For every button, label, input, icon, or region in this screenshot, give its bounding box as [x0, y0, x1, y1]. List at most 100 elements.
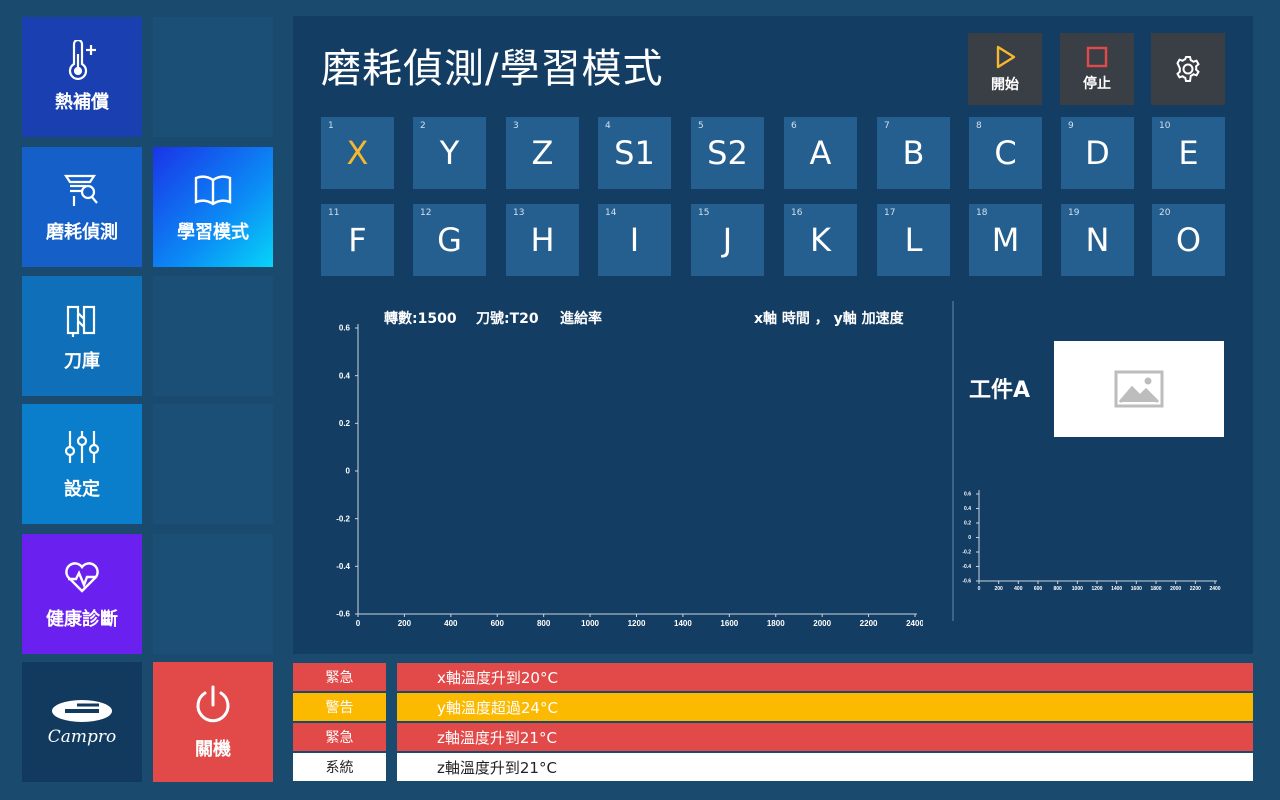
alert-level: 緊急 — [293, 723, 386, 751]
axis-number: 5 — [698, 121, 704, 131]
y-tick-label: 0.2 — [964, 521, 971, 527]
empty-tile — [153, 17, 273, 137]
axis-button-o[interactable]: 20 O — [1152, 204, 1225, 276]
axis-button-a[interactable]: 6A — [784, 117, 857, 189]
alert-row[interactable]: 系統 z軸溫度升到21°C — [293, 753, 1253, 781]
x-tick-label: 0 — [356, 619, 361, 628]
empty-tile — [153, 534, 273, 654]
axis-label: S2 — [707, 134, 748, 172]
y-tick-label: -0.4 — [336, 562, 350, 571]
axis-button-n[interactable]: 19 N — [1061, 204, 1134, 276]
nav-tool-magazine[interactable]: 刀庫 — [22, 276, 142, 396]
x-tick-label: 1400 — [674, 619, 692, 628]
x-tick-label: 400 — [444, 619, 458, 628]
alert-row[interactable]: 緊急 x軸溫度升到20°C — [293, 663, 1253, 691]
axis-button-e[interactable]: 10 E — [1152, 117, 1225, 189]
axis-number: 10 — [1159, 121, 1171, 131]
page-title: 磨耗偵測/學習模式 — [321, 46, 664, 92]
axis-button-f[interactable]: 11 F — [321, 204, 394, 276]
alert-message: z軸溫度升到21°C — [397, 753, 1253, 781]
x-tick-label: 800 — [537, 619, 551, 628]
axis-number: 12 — [420, 208, 432, 218]
start-label: 開始 — [991, 77, 1019, 93]
nav-learning-mode[interactable]: 學習模式 — [153, 147, 273, 267]
axis-button-j[interactable]: 15 J — [691, 204, 764, 276]
alert-level: 警告 — [293, 693, 386, 721]
axis-button-i[interactable]: 14 I — [598, 204, 671, 276]
main-panel: 磨耗偵測/學習模式 開始 停止 轉數:1500 刀號:T20 進給率 x軸 時間… — [293, 16, 1253, 654]
axis-button-x[interactable]: 1X — [321, 117, 394, 189]
axis-label: L — [904, 221, 923, 259]
axis-number: 18 — [976, 208, 988, 218]
mini-chart: 0.6 0.4 0.2 0 -0.2 -0.4 -0.6 0 200 400 600 800 1000 1… — [962, 490, 1221, 592]
nav-health-label: 健康診斷 — [46, 609, 118, 630]
x-tick-label: 2200 — [1190, 586, 1201, 592]
axis-number: 17 — [884, 208, 896, 218]
alert-row[interactable]: 警告 y軸溫度超過24°C — [293, 693, 1253, 721]
gear-icon — [1176, 56, 1200, 82]
alert-message: x軸溫度升到20°C — [397, 663, 1253, 691]
axis-label: F — [348, 221, 367, 259]
axis-number: 2 — [420, 121, 426, 131]
sliders-icon — [62, 427, 102, 467]
alert-message: y軸溫度超過24°C — [397, 693, 1253, 721]
x-tick-label: 2000 — [1170, 586, 1181, 592]
logo-tile: Campro — [22, 662, 142, 782]
axis-button-b[interactable]: 7B — [877, 117, 950, 189]
power-button[interactable]: 關機 — [153, 662, 273, 782]
alert-row[interactable]: 緊急 z軸溫度升到21°C — [293, 723, 1253, 751]
y-tick-label: -0.2 — [336, 514, 350, 523]
start-button[interactable]: 開始 — [968, 33, 1042, 105]
settings-button[interactable] — [1151, 33, 1225, 105]
axis-button-g[interactable]: 12 G — [413, 204, 486, 276]
image-placeholder-icon — [1114, 370, 1164, 408]
x-tick-label: 400 — [1014, 586, 1023, 592]
axis-label: K — [810, 221, 831, 259]
axis-number: 9 — [1068, 121, 1074, 131]
axis-number: 3 — [513, 121, 519, 131]
divider — [952, 301, 954, 621]
axis-number: 7 — [884, 121, 890, 131]
axis-label: Y — [439, 134, 460, 172]
axis-button-m[interactable]: 18 M — [969, 204, 1042, 276]
open-book-icon — [193, 170, 233, 210]
axis-label: H — [530, 221, 555, 259]
axis-number: 19 — [1068, 208, 1080, 218]
axis-button-s1[interactable]: 4 S1 — [598, 117, 671, 189]
tool-holder-icon — [62, 299, 102, 339]
axis-number: 20 — [1159, 208, 1171, 218]
axis-button-c[interactable]: 8C — [969, 117, 1042, 189]
nav-thermal-compensation[interactable]: 熱補償 — [22, 17, 142, 137]
axis-button-h[interactable]: 13 H — [506, 204, 579, 276]
y-tick-label: 0.4 — [339, 371, 351, 380]
x-tick-label: 1600 — [720, 619, 738, 628]
x-tick-label: 2400 — [1209, 586, 1220, 592]
y-tick-label: -0.4 — [962, 564, 971, 570]
power-icon — [191, 683, 235, 727]
y-tick-label: 0.6 — [339, 324, 351, 333]
nav-settings[interactable]: 設定 — [22, 404, 142, 524]
axis-button-y[interactable]: 2Y — [413, 117, 486, 189]
stop-label: 停止 — [1083, 76, 1111, 92]
acceleration-chart: 0.6 0.4 0.2 0 -0.2 -0.4 -0.6 0 200 400 600 800 1000 1… — [336, 324, 923, 628]
nav-learn-label: 學習模式 — [177, 222, 249, 243]
nav-wear-detection[interactable]: 磨耗偵測 — [22, 147, 142, 267]
axis-button-l[interactable]: 17 L — [877, 204, 950, 276]
stop-button[interactable]: 停止 — [1060, 33, 1134, 105]
campro-logo: Campro — [47, 697, 117, 747]
nav-health-diagnosis[interactable]: 健康診斷 — [22, 534, 142, 654]
axis-button-d[interactable]: 9D — [1061, 117, 1134, 189]
x-tick-label: 1000 — [1072, 586, 1083, 592]
axis-button-s2[interactable]: 5 S2 — [691, 117, 764, 189]
axis-button-z[interactable]: 3Z — [506, 117, 579, 189]
campro-swoosh-icon — [52, 700, 112, 722]
x-tick-label: 1600 — [1131, 586, 1142, 592]
axis-button-k[interactable]: 16 K — [784, 204, 857, 276]
axis-number: 4 — [605, 121, 611, 131]
x-tick-label: 800 — [1053, 586, 1062, 592]
axis-label: J — [722, 221, 733, 259]
axis-number: 11 — [328, 208, 340, 218]
y-tick-label: 0 — [968, 535, 971, 541]
axis-label: E — [1178, 134, 1199, 172]
nav-magazine-label: 刀庫 — [64, 351, 100, 372]
